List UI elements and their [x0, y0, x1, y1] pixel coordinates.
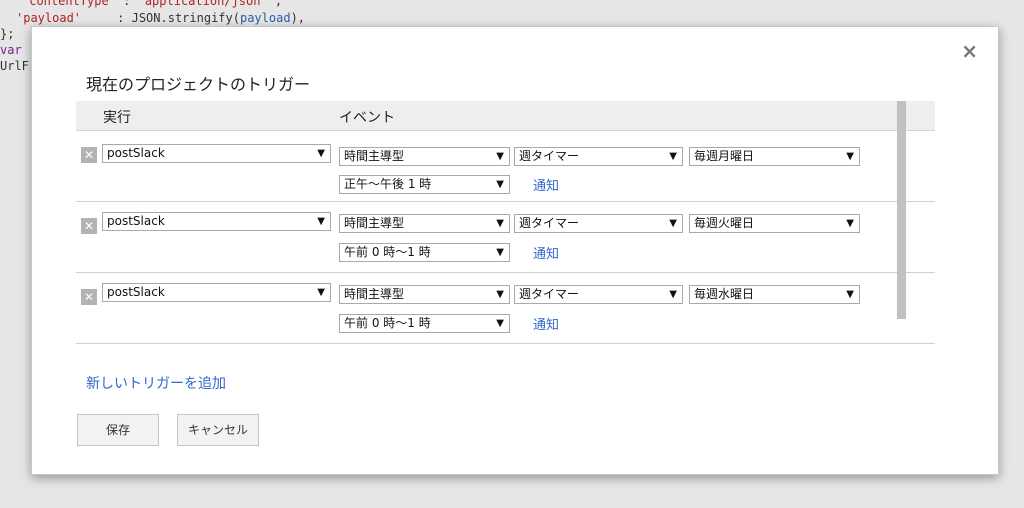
delete-trigger-icon[interactable]: ✕ — [81, 218, 97, 234]
code-line: 'contentType' : 'application/json' , — [22, 0, 283, 8]
add-trigger-link[interactable]: 新しいトリガーを追加 — [86, 373, 226, 393]
event-source-select[interactable]: 時間主導型 ▼ — [339, 147, 510, 166]
triggers-table: 実行 イベント ✕ postSlack ▼ 時間主導型 ▼ 週タイマー ▼ 毎週月曜日… — [76, 101, 935, 373]
timer-type-select[interactable]: 週タイマー ▼ — [514, 285, 683, 304]
timer-type-select[interactable]: 週タイマー ▼ — [514, 214, 683, 233]
event-source-select[interactable]: 時間主導型 ▼ — [339, 285, 510, 304]
triangle-down-icon: ▼ — [496, 151, 504, 162]
trigger-row: ✕ postSlack ▼ 時間主導型 ▼ 週タイマー ▼ 毎週水曜日 ▼ 午前 0 時… — [76, 273, 935, 344]
time-select[interactable]: 午前 0 時〜1 時 ▼ — [339, 243, 510, 262]
triangle-down-icon: ▼ — [317, 216, 325, 227]
delete-trigger-icon[interactable]: ✕ — [81, 147, 97, 163]
triangle-down-icon: ▼ — [496, 218, 504, 229]
triangle-down-icon: ▼ — [496, 179, 504, 190]
dialog-title: 現在のプロジェクトのトリガー — [86, 75, 311, 94]
notify-link[interactable]: 通知 — [533, 314, 559, 333]
triangle-down-icon: ▼ — [846, 151, 854, 162]
trigger-row: ✕ postSlack ▼ 時間主導型 ▼ 週タイマー ▼ 毎週火曜日 ▼ 午前 0 時… — [76, 202, 935, 273]
save-button[interactable]: 保存 — [77, 414, 159, 446]
delete-trigger-icon[interactable]: ✕ — [81, 289, 97, 305]
close-icon[interactable]: × — [961, 39, 978, 63]
code-line: 'payload' : JSON.stringify(payload), — [16, 11, 306, 25]
code-line: }; — [0, 27, 15, 41]
code-line: UrlF — [0, 59, 29, 73]
triangle-down-icon: ▼ — [317, 287, 325, 298]
function-select[interactable]: postSlack ▼ — [102, 144, 331, 163]
triangle-down-icon: ▼ — [669, 151, 677, 162]
triangle-down-icon: ▼ — [317, 148, 325, 159]
column-header-event: イベント — [339, 110, 395, 126]
column-header-run: 実行 — [103, 110, 131, 126]
triangle-down-icon: ▼ — [846, 218, 854, 229]
cancel-button[interactable]: キャンセル — [177, 414, 259, 446]
time-select[interactable]: 正午〜午後 1 時 ▼ — [339, 175, 510, 194]
day-select[interactable]: 毎週水曜日 ▼ — [689, 285, 860, 304]
notify-link[interactable]: 通知 — [533, 243, 559, 262]
triangle-down-icon: ▼ — [846, 289, 854, 300]
function-select[interactable]: postSlack ▼ — [102, 212, 331, 231]
day-select[interactable]: 毎週月曜日 ▼ — [689, 147, 860, 166]
triggers-dialog: × 現在のプロジェクトのトリガー 実行 イベント ✕ postSlack ▼ 時間… — [31, 26, 999, 475]
triangle-down-icon: ▼ — [496, 289, 504, 300]
time-select[interactable]: 午前 0 時〜1 時 ▼ — [339, 314, 510, 333]
triangle-down-icon: ▼ — [669, 289, 677, 300]
notify-link[interactable]: 通知 — [533, 175, 559, 194]
triangle-down-icon: ▼ — [496, 318, 504, 329]
trigger-row: ✕ postSlack ▼ 時間主導型 ▼ 週タイマー ▼ 毎週月曜日 ▼ 正午〜午後 … — [76, 131, 935, 202]
triangle-down-icon: ▼ — [496, 247, 504, 258]
table-scrollbar[interactable] — [897, 101, 906, 319]
triangle-down-icon: ▼ — [669, 218, 677, 229]
timer-type-select[interactable]: 週タイマー ▼ — [514, 147, 683, 166]
event-source-select[interactable]: 時間主導型 ▼ — [339, 214, 510, 233]
table-header: 実行 イベント — [76, 101, 935, 131]
day-select[interactable]: 毎週火曜日 ▼ — [689, 214, 860, 233]
code-line: var — [0, 43, 22, 57]
function-select[interactable]: postSlack ▼ — [102, 283, 331, 302]
